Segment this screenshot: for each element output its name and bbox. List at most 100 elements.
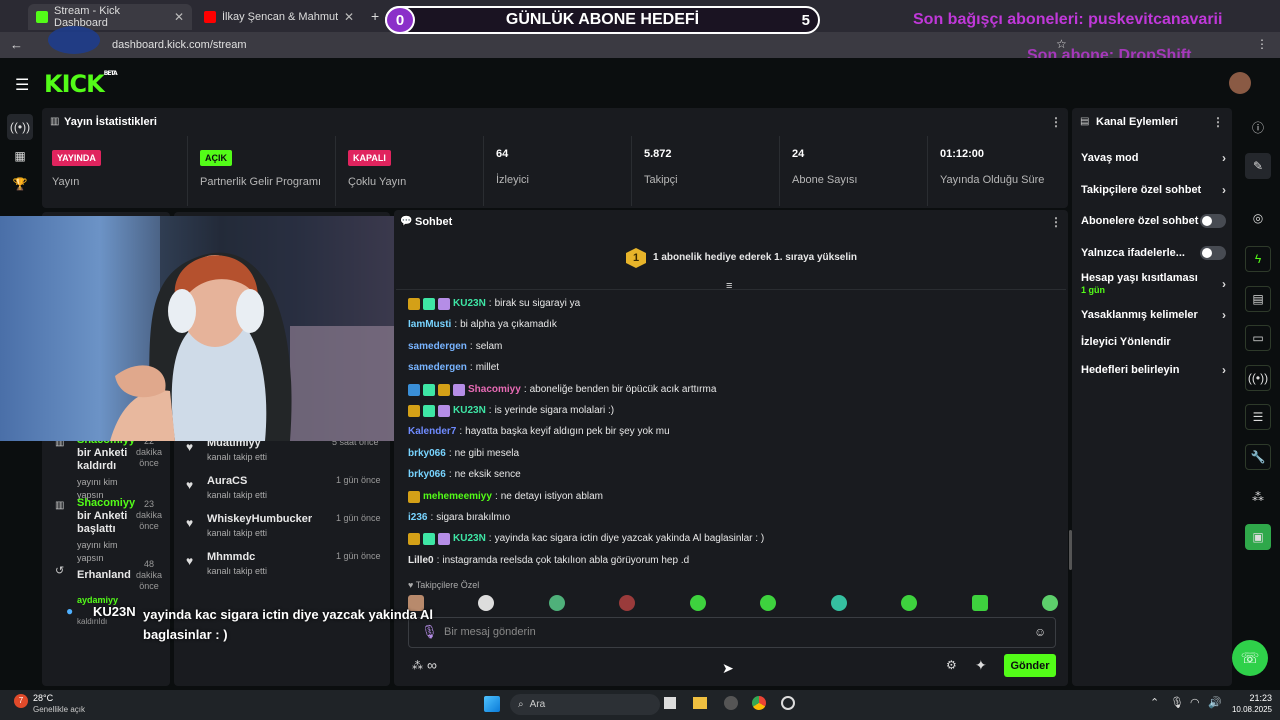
emote-icon[interactable]: [901, 595, 918, 611]
webcam-illustration: [110, 216, 400, 441]
browser-menu-icon[interactable]: ⋮: [1256, 37, 1268, 51]
chat-username[interactable]: KU23N: [453, 531, 486, 547]
hamburger-menu-icon[interactable]: ☰: [15, 75, 29, 95]
trophy-icon[interactable]: 🏆: [7, 171, 33, 197]
chat-username[interactable]: Lille0: [408, 553, 434, 569]
stat-label: Yayın: [52, 176, 80, 188]
close-icon[interactable]: ✕: [344, 10, 354, 24]
actions-menu-icon[interactable]: ⋮: [1212, 115, 1224, 129]
activity-action: bir Anketi başlattı: [77, 510, 128, 535]
apps-icon[interactable]: ⁂: [1245, 484, 1271, 510]
gift-banner[interactable]: 1 abonelik hediye ederek 1. sıraya yükse…: [653, 252, 857, 263]
emote-icon[interactable]: [830, 595, 847, 611]
gift-icon[interactable]: ✦: [975, 657, 987, 674]
pinned-toggle-icon[interactable]: ≡: [726, 280, 732, 292]
goal-target: 5: [801, 12, 810, 29]
emoji-picker-icon[interactable]: ☺: [1034, 625, 1046, 639]
action-slow-mode[interactable]: Yavaş mod ›: [1081, 151, 1226, 165]
emote-icon[interactable]: [478, 595, 495, 611]
emotes-only-toggle[interactable]: [1200, 246, 1226, 260]
emote-icon[interactable]: [760, 595, 777, 611]
clock-time[interactable]: 21:23: [1220, 693, 1272, 703]
user-badge-icon[interactable]: [438, 533, 450, 545]
chat-username[interactable]: i236: [408, 510, 427, 526]
new-tab-icon[interactable]: +: [371, 8, 379, 24]
tab-kick-dashboard[interactable]: Stream - Kick Dashboard ✕: [28, 4, 192, 30]
user-badge-icon[interactable]: [438, 405, 450, 417]
action-host[interactable]: İzleyici Yönlendir: [1081, 336, 1226, 348]
stat-label: Takipçi: [644, 174, 678, 186]
taskbar-search[interactable]: ⌕ Ara: [510, 694, 660, 715]
action-account-age[interactable]: Hesap yaşı kısıtlaması 1 gün ›: [1081, 272, 1226, 296]
emote-icon[interactable]: [548, 595, 565, 611]
close-icon[interactable]: ✕: [174, 10, 184, 24]
chat-username[interactable]: samedergen: [408, 339, 467, 355]
emote-icon[interactable]: [971, 595, 988, 611]
tab-youtube[interactable]: İlkay Şencan & Mahmut Orhan ✕: [196, 4, 362, 30]
task-view-icon[interactable]: [664, 697, 676, 709]
pencil-icon[interactable]: ✎: [1245, 153, 1271, 179]
layout-icon[interactable]: ☰: [1245, 404, 1271, 430]
refresh-icon: ↺: [55, 565, 65, 577]
chat-username[interactable]: mehemeemiyy: [423, 489, 492, 505]
user-badge-icon[interactable]: [408, 298, 420, 310]
wifi-icon[interactable]: ◠: [1190, 696, 1200, 709]
user-badge-icon[interactable]: [423, 384, 435, 396]
tray-chevron-up-icon[interactable]: ⌃: [1150, 696, 1159, 709]
chat-username[interactable]: IamMusti: [408, 317, 451, 333]
chat-username[interactable]: Shacomiyy: [468, 382, 521, 398]
support-chat-icon[interactable]: ☏: [1232, 640, 1268, 676]
stats-menu-icon[interactable]: ⋮: [1050, 115, 1062, 129]
emote-icon[interactable]: [1041, 595, 1058, 611]
user-badge-icon[interactable]: [408, 491, 420, 503]
user-badge-icon[interactable]: [453, 384, 465, 396]
info-icon[interactable]: ⓘ: [1245, 114, 1271, 140]
broadcast-icon[interactable]: ((•)): [1245, 365, 1271, 391]
action-set-goals[interactable]: Hedefleri belirleyin ›: [1081, 363, 1226, 377]
mic-tray-icon[interactable]: 🎙: [1170, 696, 1184, 709]
subscribers-only-toggle[interactable]: [1200, 214, 1226, 228]
chrome-icon[interactable]: [752, 696, 766, 710]
chat-username[interactable]: brky066: [408, 467, 446, 483]
extension-icon[interactable]: ▣: [1245, 524, 1271, 550]
wrench-icon[interactable]: 🔧: [1245, 444, 1271, 470]
g-app-icon[interactable]: [781, 696, 795, 710]
back-icon[interactable]: ←: [10, 37, 23, 52]
weather-temp[interactable]: 28°C: [33, 693, 53, 703]
user-badge-icon[interactable]: [408, 533, 420, 545]
user-badge-icon[interactable]: [423, 298, 435, 310]
user-badge-icon[interactable]: [438, 298, 450, 310]
file-explorer-icon[interactable]: [693, 697, 707, 709]
action-banned-words[interactable]: Yasaklanmış kelimeler ›: [1081, 308, 1226, 322]
lightning-icon[interactable]: ϟ: [1245, 246, 1271, 272]
chat-username[interactable]: KU23N: [453, 403, 486, 419]
chat-bubble-icon[interactable]: ▭: [1245, 325, 1271, 351]
url-field[interactable]: dashboard.kick.com/stream: [104, 35, 944, 55]
send-button[interactable]: Gönder: [1004, 654, 1056, 677]
user-badge-icon[interactable]: [438, 384, 450, 396]
emote-icon[interactable]: [689, 595, 706, 611]
action-label: Takipçilere özel sohbet: [1081, 184, 1202, 196]
windows-start-icon[interactable]: [484, 696, 500, 712]
stream-icon[interactable]: ((•)): [7, 114, 33, 140]
chat-settings-gear-icon[interactable]: ⚙: [946, 658, 957, 672]
chat-username[interactable]: Kalender7: [408, 424, 456, 440]
action-followers-only[interactable]: Takipçilere özel sohbet ›: [1081, 183, 1226, 197]
chat-menu-icon[interactable]: ⋮: [1050, 215, 1062, 229]
chat-username[interactable]: samedergen: [408, 360, 467, 376]
chat-input[interactable]: Bir mesaj gönderin: [444, 626, 1004, 638]
user-badge-icon[interactable]: [408, 405, 420, 417]
user-badge-icon[interactable]: [423, 533, 435, 545]
chat-username[interactable]: KU23N: [453, 296, 486, 312]
chat-username[interactable]: brky066: [408, 446, 446, 462]
app-icon[interactable]: [724, 696, 738, 710]
kick-points-icon[interactable]: ⁂: [412, 659, 423, 672]
user-badge-icon[interactable]: [423, 405, 435, 417]
kick-logo[interactable]: KICKBETA: [44, 70, 118, 98]
notes-icon[interactable]: ▤: [1245, 286, 1271, 312]
capture-icon[interactable]: ◎: [1245, 205, 1271, 231]
avatar[interactable]: [1229, 72, 1251, 94]
user-badge-icon[interactable]: [408, 384, 420, 396]
emote-icon[interactable]: [619, 595, 636, 611]
dashboard-icon[interactable]: ▦: [7, 143, 33, 169]
